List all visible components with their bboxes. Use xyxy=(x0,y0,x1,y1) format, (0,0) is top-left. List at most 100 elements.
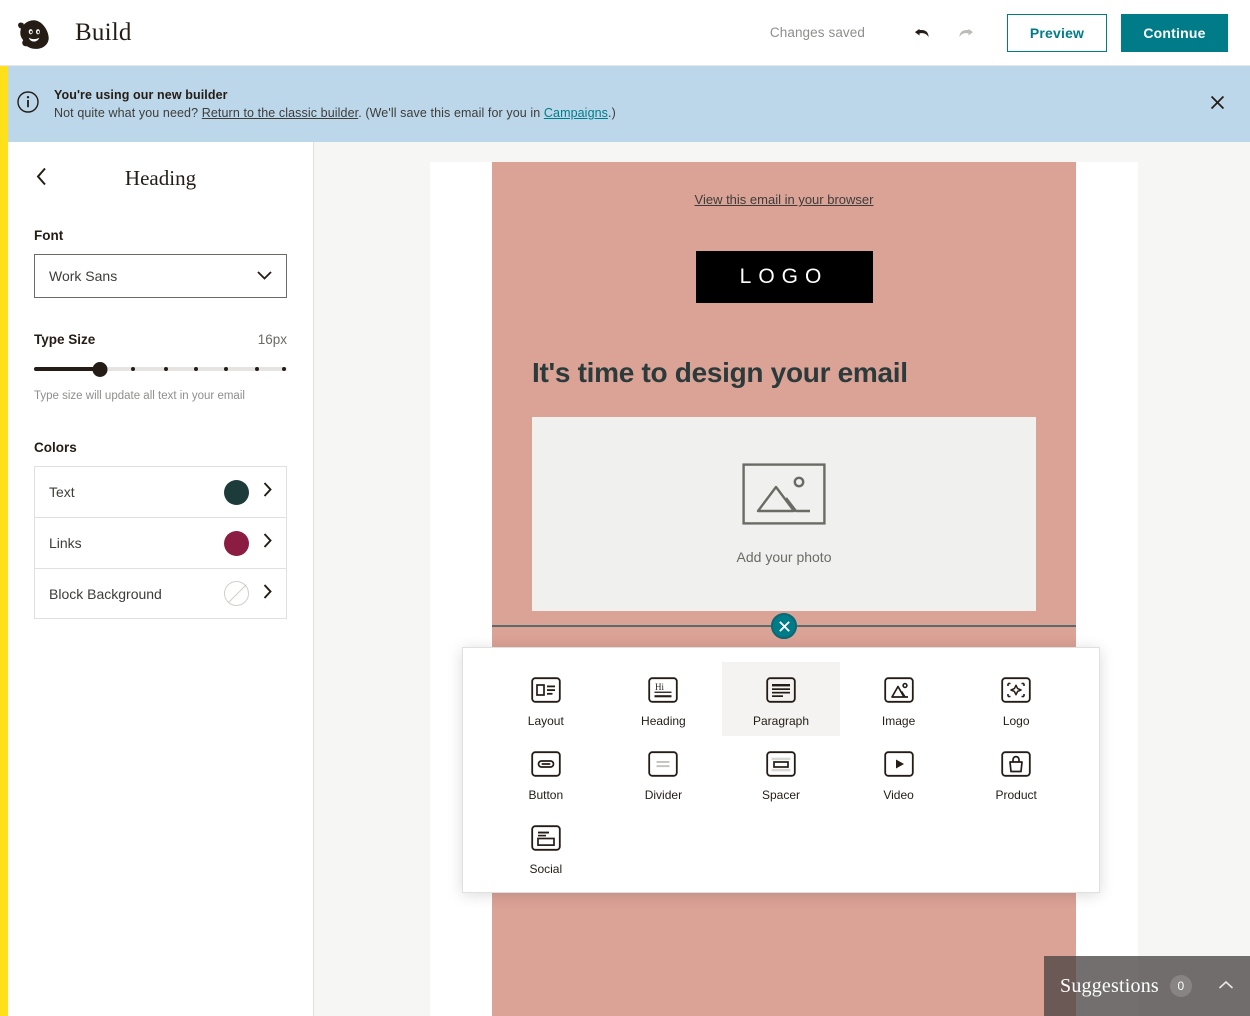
banner-close-button[interactable] xyxy=(1203,88,1232,120)
color-row-label: Links xyxy=(49,535,82,551)
block-option-label: Button xyxy=(528,787,564,802)
close-icon xyxy=(1210,95,1225,110)
type-size-header: Type Size 16px xyxy=(34,332,287,347)
block-option-product[interactable]: Product xyxy=(957,736,1075,810)
block-option-layout[interactable]: Layout xyxy=(487,662,605,736)
view-in-browser-link[interactable]: View this email in your browser xyxy=(492,186,1076,207)
sidebar-back-button[interactable] xyxy=(30,164,53,193)
block-option-label: Image xyxy=(881,713,916,728)
block-option-label: Layout xyxy=(527,713,564,728)
block-option-label: Paragraph xyxy=(752,713,810,728)
color-row-text[interactable]: Text xyxy=(34,466,287,517)
type-size-help: Type size will update all text in your e… xyxy=(34,390,245,402)
block-option-label: Social xyxy=(529,861,563,876)
color-swatch-none[interactable] xyxy=(224,581,249,606)
image-placeholder-caption: Add your photo xyxy=(736,549,832,565)
banner-sub-suffix: .) xyxy=(608,106,616,120)
chevron-right-icon xyxy=(263,533,272,553)
image-placeholder-block[interactable]: Add your photo xyxy=(532,417,1036,611)
slider-fill xyxy=(34,367,100,371)
block-option-paragraph[interactable]: Paragraph xyxy=(722,662,840,736)
font-select-value: Work Sans xyxy=(49,268,118,284)
type-size-slider[interactable] xyxy=(34,359,287,379)
chevron-up-icon[interactable] xyxy=(1218,977,1234,995)
slider-tick xyxy=(193,367,198,371)
continue-button[interactable]: Continue xyxy=(1121,13,1228,52)
block-option-video[interactable]: Video xyxy=(840,736,958,810)
banner-title: You're using our new builder xyxy=(54,88,228,102)
page-title: Build xyxy=(75,18,132,46)
product-icon xyxy=(1001,750,1031,777)
block-option-button[interactable]: Button xyxy=(487,736,605,810)
colors-label: Colors xyxy=(34,440,77,455)
sidebar-body: Font Work Sans Type Size 16px Type size … xyxy=(8,206,313,619)
block-option-image[interactable]: Image xyxy=(840,662,958,736)
block-option-label: Video xyxy=(883,787,914,802)
color-row-label: Block Background xyxy=(49,585,162,602)
block-picker-popup: Layout Hi Heading Paragraph Image Logo B… xyxy=(462,647,1100,893)
undo-arrow-icon xyxy=(914,28,929,37)
banner-subtitle: Not quite what you need? Return to the c… xyxy=(54,106,616,120)
button-icon xyxy=(531,750,561,777)
undo-button[interactable] xyxy=(905,16,939,50)
info-circle-icon xyxy=(16,90,40,119)
brand-accent-rail xyxy=(0,66,8,1016)
divider-icon xyxy=(648,750,679,777)
slider-thumb[interactable] xyxy=(92,362,108,377)
suggestions-count-badge: 0 xyxy=(1169,975,1192,997)
chevron-right-icon xyxy=(263,583,272,604)
color-row-label: Text xyxy=(49,484,75,500)
color-swatch[interactable] xyxy=(224,530,249,556)
svg-text:Hi: Hi xyxy=(655,682,664,692)
logo-icon xyxy=(1001,676,1031,703)
toolbar-actions: Changes saved Preview Continue xyxy=(770,13,1250,52)
campaigns-link[interactable]: Campaigns xyxy=(544,106,608,120)
sidebar-header: Heading xyxy=(8,150,313,206)
block-picker-grid: Layout Hi Heading Paragraph Image Logo B… xyxy=(487,662,1075,884)
image-placeholder-icon xyxy=(742,463,826,525)
slider-tick xyxy=(224,367,229,371)
block-option-spacer[interactable]: Spacer xyxy=(722,736,840,810)
font-select[interactable]: Work Sans xyxy=(34,254,287,298)
mailchimp-builder-app: Build Changes saved Preview Continue You… xyxy=(0,0,1250,1016)
slider-tick xyxy=(163,367,168,371)
preview-button[interactable]: Preview xyxy=(1007,13,1107,52)
paragraph-icon xyxy=(766,676,796,703)
color-row-links[interactable]: Links xyxy=(34,517,287,568)
spacer-icon xyxy=(766,750,796,777)
block-option-label: Logo xyxy=(1002,713,1030,728)
color-row-block-background[interactable]: Block Background xyxy=(34,568,287,619)
slider-tick xyxy=(130,367,135,371)
suggestions-bar[interactable]: Suggestions 0 xyxy=(1044,956,1250,1016)
type-size-label: Type Size xyxy=(34,332,96,347)
close-circle-icon xyxy=(778,620,790,632)
redo-button[interactable] xyxy=(949,16,983,50)
redo-arrow-icon xyxy=(959,28,974,37)
banner-sub-middle: . (We'll save this email for you in xyxy=(358,106,544,120)
block-insert-divider xyxy=(492,613,1076,639)
slider-tick xyxy=(254,367,259,371)
color-swatch[interactable] xyxy=(224,479,249,505)
logo-box: LOGO xyxy=(695,251,873,303)
image-icon xyxy=(883,676,914,703)
slider-tick xyxy=(282,367,287,371)
heading-icon: Hi xyxy=(648,676,679,703)
font-label: Font xyxy=(34,228,64,243)
block-option-social[interactable]: Social xyxy=(487,810,605,884)
email-heading[interactable]: It's time to design your email xyxy=(532,357,1036,389)
block-option-heading[interactable]: Hi Heading xyxy=(605,662,723,736)
block-option-divider[interactable]: Divider xyxy=(605,736,723,810)
email-logo-block[interactable]: LOGO xyxy=(492,251,1076,303)
suggestions-label: Suggestions xyxy=(1060,974,1159,997)
styles-sidebar: Heading Font Work Sans Type Size 16px Ty… xyxy=(8,142,314,1016)
block-option-label: Product xyxy=(995,787,1037,802)
close-block-picker-button[interactable] xyxy=(771,613,797,639)
social-icon xyxy=(531,824,561,851)
banner-sub-prefix: Not quite what you need? xyxy=(54,106,202,120)
block-option-logo[interactable]: Logo xyxy=(957,662,1075,736)
video-icon xyxy=(883,750,914,777)
classic-builder-link[interactable]: Return to the classic builder xyxy=(202,106,358,120)
sidebar-title: Heading xyxy=(124,165,197,190)
chevron-down-icon xyxy=(257,267,272,285)
mailchimp-freddie-icon[interactable] xyxy=(13,12,55,54)
